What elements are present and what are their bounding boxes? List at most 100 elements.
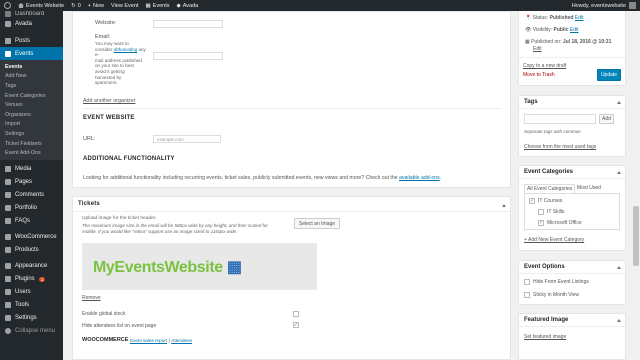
collapse-toggle-icon[interactable]	[617, 319, 621, 322]
avatar	[629, 2, 636, 9]
ticket-logo-text: MyEventsWebsite ▦	[93, 259, 242, 276]
hide-attendees-label: Hide attendees list on event page	[82, 323, 157, 329]
remove-image-link[interactable]: Remove	[82, 295, 101, 301]
submenu-events[interactable]: Events	[0, 62, 63, 72]
submenu-settings[interactable]: Settings	[0, 129, 63, 139]
submenu-ticket-fieldsets[interactable]: Ticket Fieldsets	[0, 139, 63, 149]
new-content-link[interactable]: + New	[88, 3, 104, 9]
menu-avada[interactable]: Avada	[0, 17, 63, 30]
menu-pages[interactable]: Pages	[0, 176, 63, 189]
collapse-toggle-icon[interactable]	[617, 171, 621, 174]
events-submenu: Events Add New Tags Event Categories Ven…	[0, 60, 63, 160]
menu-dashboard[interactable]: Dashboard	[0, 11, 63, 17]
obfuscating-link[interactable]: obfuscating	[114, 47, 138, 52]
wp-logo-menu[interactable]	[4, 2, 11, 9]
menu-woocommerce[interactable]: WooCommerce	[0, 231, 63, 244]
scrollbar-thumb[interactable]	[633, 206, 639, 266]
set-featured-image-link[interactable]: Set featured image	[524, 334, 566, 340]
edit-visibility-link[interactable]: Edit	[570, 27, 579, 33]
hide-from-listings-checkbox[interactable]	[524, 279, 530, 285]
status-pin-icon: 📍	[525, 15, 532, 21]
menu-events[interactable]: Events	[0, 47, 63, 60]
plugin-icon	[5, 276, 11, 283]
edit-date-link[interactable]: Edit	[533, 46, 542, 52]
submenu-venues[interactable]: Venues	[0, 100, 63, 110]
add-tag-button[interactable]: Add	[599, 114, 614, 124]
my-account[interactable]: Howdy, eventswebsite	[572, 2, 636, 9]
edit-status-link[interactable]: Edit	[575, 15, 584, 21]
attendees-link[interactable]: Attendees	[171, 338, 192, 343]
refresh-icon: ↻	[71, 2, 76, 9]
wrench-icon	[5, 302, 11, 309]
settings-icon	[5, 315, 11, 322]
copy-draft-link[interactable]: Copy to a new draft	[523, 63, 566, 69]
organizer-email-input[interactable]	[153, 52, 223, 60]
sales-report-link[interactable]: Event sales report	[130, 338, 167, 343]
available-addons-link[interactable]: available add-ons	[399, 175, 440, 181]
category-checkbox-it-courses[interactable]: ✓	[529, 198, 535, 204]
view-event-link[interactable]: View Event	[111, 3, 138, 9]
menu-faqs[interactable]: FAQs	[0, 215, 63, 228]
event-url-input[interactable]: example.com	[153, 135, 221, 143]
menu-portfolio[interactable]: Portfolio	[0, 202, 63, 215]
tab-most-used[interactable]: Most Used	[577, 185, 601, 191]
eye-icon: 👁	[525, 27, 532, 33]
event-details-box: Website: Email: You may want to consider…	[72, 11, 511, 188]
tags-title: Tags	[519, 96, 625, 109]
collapse-menu-button[interactable]: Collapse menu	[0, 325, 63, 338]
submenu-import[interactable]: Import	[0, 120, 63, 130]
tag-input[interactable]	[524, 114, 596, 124]
collapse-toggle-icon[interactable]	[502, 204, 506, 207]
page-scrollbar[interactable]	[632, 11, 640, 360]
main-content: Website: Email: You may want to consider…	[72, 11, 511, 360]
media-icon	[5, 166, 11, 173]
submenu-tags[interactable]: Tags	[0, 81, 63, 91]
event-options-box: Event Options Hide From Event Listings S…	[518, 260, 626, 305]
additional-functionality-text: Looking for additional functionality inc…	[83, 175, 442, 181]
global-stock-checkbox[interactable]	[293, 311, 299, 317]
collapse-toggle-icon[interactable]	[617, 101, 621, 104]
menu-plugins[interactable]: Plugins 1	[0, 273, 63, 286]
updates-link[interactable]: ↻ 0	[71, 3, 81, 9]
featured-image-box: Featured Image Set featured image	[518, 313, 626, 360]
website-label: Website:	[95, 20, 117, 26]
divider	[83, 108, 501, 109]
tab-all-categories[interactable]: All Event Categories	[524, 184, 576, 193]
choose-tags-link[interactable]: Choose from the most used tags	[524, 144, 596, 150]
menu-settings[interactable]: Settings	[0, 312, 63, 325]
menu-appearance[interactable]: Appearance	[0, 260, 63, 273]
site-name-link[interactable]: Events Website	[18, 3, 64, 9]
admin-menu: Dashboard Avada Posts Events Events Add …	[0, 11, 63, 360]
events-link[interactable]: ▦ Events	[145, 3, 169, 9]
sticky-month-view-checkbox[interactable]	[524, 292, 530, 298]
menu-posts[interactable]: Posts	[0, 34, 63, 47]
move-to-trash-link[interactable]: Move to Trash	[523, 72, 555, 78]
upload-instructions: Upload image for the ticket header.	[82, 216, 157, 221]
menu-media[interactable]: Media	[0, 163, 63, 176]
submenu-event-add-ons[interactable]: Event Add-Ons	[0, 148, 63, 158]
add-new-category-link[interactable]: + Add New Event Category	[524, 237, 584, 243]
submenu-add-new[interactable]: Add New	[0, 72, 63, 82]
submenu-event-categories[interactable]: Event Categories	[0, 91, 63, 101]
submenu-organizers[interactable]: Organizers	[0, 110, 63, 120]
hide-attendees-checkbox[interactable]: ✓	[293, 322, 299, 328]
add-another-organizer-link[interactable]: Add another organizer	[83, 98, 135, 104]
menu-comments[interactable]: Comments	[0, 189, 63, 202]
products-icon	[5, 247, 11, 254]
update-button[interactable]: Update	[597, 69, 621, 81]
category-checkbox-microsoft-office[interactable]: ✓	[538, 220, 544, 226]
menu-tools[interactable]: Tools	[0, 299, 63, 312]
select-image-button[interactable]: Select an Image	[294, 218, 340, 229]
organizer-website-input[interactable]	[153, 20, 223, 28]
tickets-title: Tickets	[78, 201, 100, 207]
category-checkbox-it-skills[interactable]	[538, 209, 544, 215]
menu-users[interactable]: Users	[0, 286, 63, 299]
event-categories-title: Event Categories	[519, 166, 625, 179]
divider	[73, 211, 510, 212]
woocommerce-row: WOOCOMMERCE Event sales report | Attende…	[82, 337, 192, 343]
menu-products[interactable]: Products	[0, 244, 63, 257]
collapse-toggle-icon[interactable]	[617, 266, 621, 269]
avada-link[interactable]: ◆ Avada	[176, 3, 198, 9]
event-website-heading: EVENT WEBSITE	[83, 115, 135, 121]
question-icon	[5, 218, 11, 225]
